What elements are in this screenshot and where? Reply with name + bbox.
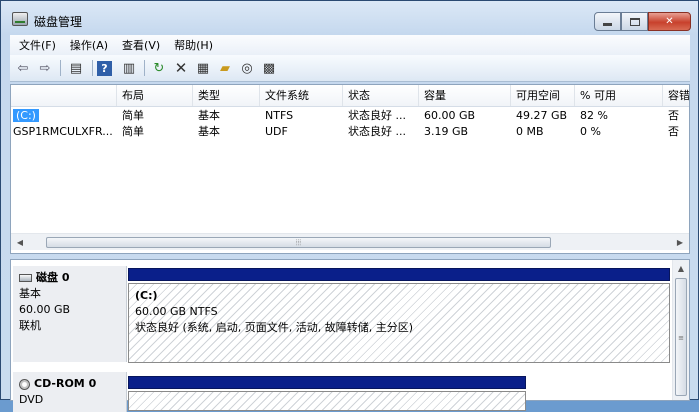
capacity-cell: 3.19 GB (424, 125, 469, 138)
cdrom-0-label[interactable]: CD-ROM 0 DVD (13, 372, 127, 412)
percent-free-cell: 0 % (580, 125, 601, 138)
column-header-free-space[interactable]: 可用空间 (511, 85, 575, 106)
table-row[interactable]: (C:) 简单 基本 NTFS 状态良好 ... 60.00 GB 49.27 … (11, 108, 689, 124)
toolbar-separator (60, 60, 61, 76)
percent-free-cell: 82 % (580, 109, 608, 122)
column-header-percent-free[interactable]: % 可用 (575, 85, 663, 106)
hard-disk-icon (19, 274, 32, 282)
cd-rom-icon (19, 378, 30, 390)
help-icon[interactable]: ? (97, 61, 112, 76)
cdrom-0-name: CD-ROM 0 (34, 377, 97, 390)
status-cell: 状态良好 ... (348, 125, 406, 138)
close-button[interactable]: ✕ (648, 12, 691, 31)
filesystem-cell: NTFS (265, 109, 294, 122)
column-header-type[interactable]: 类型 (193, 85, 260, 106)
disk-0-kind: 基本 (19, 287, 41, 300)
close-icon: ✕ (665, 16, 674, 27)
menu-file[interactable]: 文件(F) (10, 37, 61, 53)
volume-cell: (C:) (11, 108, 117, 124)
maximize-button[interactable] (621, 12, 648, 31)
horizontal-scrollbar[interactable]: ◀ ⦙⦙⦙ ▶ (11, 233, 689, 250)
free-space-cell: 49.27 GB (516, 109, 568, 122)
properties-icon[interactable]: ▦ (193, 59, 213, 77)
column-header-capacity[interactable]: 容量 (419, 85, 511, 106)
disk-0-name-row: 磁盘 0 (19, 270, 120, 286)
toolbar-separator (144, 60, 145, 76)
menu-view[interactable]: 查看(V) (113, 37, 165, 53)
minimize-button[interactable] (594, 12, 621, 31)
volume-cell: GSP1RMCULXFR... (13, 125, 113, 138)
disk-0-name: 磁盘 0 (36, 271, 70, 284)
caption-buttons: ✕ (594, 12, 691, 31)
console-tree-icon[interactable]: ▤ (66, 59, 86, 77)
delete-icon[interactable]: ✕ (171, 59, 191, 77)
cdrom-0-partition-header-bar (128, 376, 526, 389)
column-header-volume[interactable] (11, 85, 117, 106)
layout-cell: 简单 (122, 125, 144, 138)
open-folder-icon[interactable]: ▰ (215, 59, 235, 77)
scroll-right-icon[interactable]: ▶ (673, 236, 687, 249)
toolbar: ⇦ ⇨ ▤ ? ▥ ↻ ✕ ▦ ▰ ◎ ▩ (10, 55, 690, 82)
horizontal-scroll-thumb[interactable]: ⦙⦙⦙ (46, 237, 551, 248)
explore-icon[interactable]: ◎ (237, 59, 257, 77)
forward-arrow-icon[interactable]: ⇨ (35, 59, 55, 77)
layout-cell: 简单 (122, 109, 144, 122)
column-header-filesystem[interactable]: 文件系统 (260, 85, 343, 106)
menu-action[interactable]: 操作(A) (61, 37, 113, 53)
title-bar[interactable]: 磁盘管理 ✕ (1, 1, 698, 35)
disk-0-partition-header-bar (128, 268, 670, 281)
volume-c-status: 状态良好 (系统, 启动, 页面文件, 活动, 故障转储, 主分区) (135, 321, 414, 334)
volume-list-pane: 布局 类型 文件系统 状态 容量 可用空间 % 可用 容错 (C:) 简单 基本… (10, 84, 690, 254)
scroll-left-icon[interactable]: ◀ (13, 236, 27, 249)
disk-0-label[interactable]: 磁盘 0 基本 60.00 GB 联机 (13, 266, 127, 362)
cdrom-volume-block[interactable] (128, 391, 526, 411)
fault-tolerance-cell: 否 (668, 109, 679, 122)
type-cell: 基本 (198, 125, 220, 138)
menu-help[interactable]: 帮助(H) (165, 37, 218, 53)
disk-layout-pane: 磁盘 0 基本 60.00 GB 联机 (C:) 60.00 GB NTFS 状… (10, 259, 690, 412)
back-arrow-icon[interactable]: ⇦ (13, 59, 33, 77)
toolbar-separator (92, 60, 93, 76)
minimize-icon (603, 23, 612, 26)
volume-c-size-fs: 60.00 GB NTFS (135, 305, 218, 318)
volume-list-header: 布局 类型 文件系统 状态 容量 可用空间 % 可用 容错 (11, 85, 689, 107)
fault-tolerance-cell: 否 (668, 125, 679, 138)
column-header-layout[interactable]: 布局 (117, 85, 193, 106)
vertical-scroll-thumb[interactable]: ≡ (675, 278, 687, 396)
window-title: 磁盘管理 (34, 15, 83, 29)
disk-management-app-icon (12, 12, 28, 26)
refresh-icon[interactable]: ↻ (149, 59, 169, 77)
column-header-status[interactable]: 状态 (343, 85, 419, 106)
volume-c-block[interactable]: (C:) 60.00 GB NTFS 状态良好 (系统, 启动, 页面文件, 活… (128, 283, 670, 363)
disk-management-window: 磁盘管理 ✕ 文件(F) 操作(A) 查看(V) 帮助(H) ⇦ ⇨ ▤ ? ▥… (0, 0, 699, 412)
disk-0-state: 联机 (19, 319, 41, 332)
volume-c-name: (C:) (135, 289, 158, 302)
table-row[interactable]: GSP1RMCULXFR... 简单 基本 UDF 状态良好 ... 3.19 … (11, 124, 689, 140)
menu-bar: 文件(F) 操作(A) 查看(V) 帮助(H) (10, 35, 690, 55)
cdrom-0-name-row: CD-ROM 0 (19, 376, 120, 392)
capacity-cell: 60.00 GB (424, 109, 476, 122)
cdrom-0-kind: DVD (19, 393, 44, 406)
free-space-cell: 0 MB (516, 125, 544, 138)
maximize-icon (629, 17, 640, 26)
filesystem-cell: UDF (265, 125, 288, 138)
settings-icon[interactable]: ▩ (259, 59, 279, 77)
status-cell: 状态良好 ... (348, 109, 406, 122)
scroll-up-icon[interactable]: ▲ (674, 262, 688, 275)
properties-pane-icon[interactable]: ▥ (119, 59, 139, 77)
vertical-scrollbar[interactable]: ▲ ≡ (672, 260, 689, 400)
disk-0-size: 60.00 GB (19, 303, 71, 316)
column-header-fault-tolerance[interactable]: 容错 (663, 85, 689, 106)
type-cell: 基本 (198, 109, 220, 122)
